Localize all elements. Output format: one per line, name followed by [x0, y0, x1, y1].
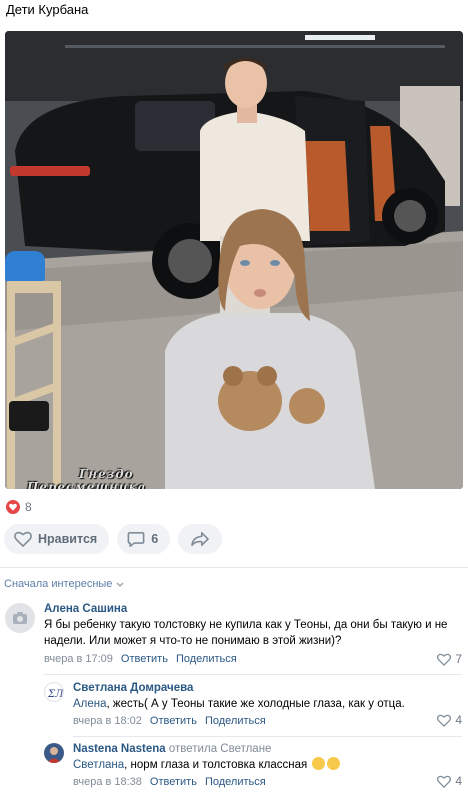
comment-item: Алена Сашина Я бы ребенку такую толстовк… [0, 600, 468, 670]
comments-button[interactable]: 6 [117, 524, 171, 554]
replied-to-label[interactable]: ответила Светлане [169, 743, 272, 755]
grinning-sweat-emoji-icon [312, 757, 326, 770]
comment-author[interactable]: Алена Сашина [44, 603, 127, 615]
monogram-avatar-icon: ΣЛ [47, 689, 64, 700]
comment-author[interactable]: Светлана Домрачева [73, 682, 193, 694]
heart-outline-icon [437, 714, 452, 727]
post-actions: Нравится 6 [4, 524, 223, 554]
like-button-label: Нравится [38, 532, 98, 546]
comment-like-count: 4 [455, 774, 462, 788]
comments-count: 6 [151, 532, 159, 546]
comment-like-button[interactable]: 7 [437, 652, 462, 666]
comment-item: Nastena Nastena ответила Светлане Светла… [0, 741, 468, 793]
chevron-down-icon [116, 582, 124, 587]
photo-illustration [5, 31, 463, 489]
comment-text: Я бы ребенку такую толстовку не купила к… [44, 619, 448, 647]
user-photo-icon [47, 747, 61, 763]
post-title[interactable]: Дети Курбана [6, 2, 88, 17]
share-button[interactable] [178, 524, 223, 554]
comment-meta: вчера в 17:09 Ответить Поделиться [44, 653, 237, 665]
share-link[interactable]: Поделиться [205, 776, 266, 788]
heart-outline-icon [437, 653, 452, 666]
comment-time[interactable]: вчера в 17:09 [44, 653, 113, 665]
slightly-smiling-emoji-icon [327, 757, 341, 770]
heart-outline-icon [437, 775, 452, 788]
comment-item: ΣЛ Светлана Домрачева Алена, жесть( А у … [0, 680, 468, 732]
avatar[interactable] [5, 603, 35, 633]
comment-divider [73, 736, 462, 737]
reply-to-name[interactable]: Светлана [73, 759, 124, 771]
photo-watermark: Гнездо Пересмешника [27, 468, 147, 490]
comment-body: , жесть( А у Теоны такие же холодные гла… [106, 698, 405, 710]
post-photo[interactable]: Гнездо Пересмешника [5, 31, 463, 489]
comments-sort-label: Сначала интересные [4, 578, 113, 590]
comment-meta: вчера в 18:02 Ответить Поделиться [73, 715, 266, 727]
share-link[interactable]: Поделиться [205, 715, 266, 727]
reply-link[interactable]: Ответить [121, 653, 168, 665]
comments-sort-dropdown[interactable]: Сначала интересные [4, 578, 124, 590]
avatar[interactable] [44, 743, 64, 763]
camera-icon [13, 612, 27, 624]
watermark-line-2: Пересмешника [27, 480, 147, 490]
post-divider [0, 567, 468, 568]
comment-header: Nastena Nastena ответила Светлане [73, 743, 271, 755]
reply-to-name[interactable]: Алена [73, 698, 107, 710]
reply-link[interactable]: Ответить [150, 715, 197, 727]
comment-text: Светлана, норм глаза и толстовка классна… [73, 757, 453, 773]
comment-divider [44, 674, 462, 675]
svg-text:ΣЛ: ΣЛ [47, 689, 64, 700]
reply-link[interactable]: Ответить [150, 776, 197, 788]
comment-author[interactable]: Nastena Nastena [73, 743, 166, 755]
likes-summary[interactable]: 8 [6, 500, 32, 514]
heart-outline-icon [14, 531, 32, 547]
avatar[interactable]: ΣЛ [44, 682, 64, 702]
share-link[interactable]: Поделиться [176, 653, 237, 665]
comment-like-button[interactable]: 4 [437, 774, 462, 788]
comment-text: Алена, жесть( А у Теоны такие же холодны… [73, 696, 453, 712]
comment-meta: вчера в 18:38 Ответить Поделиться [73, 776, 266, 788]
comment-time[interactable]: вчера в 18:02 [73, 715, 142, 727]
comment-time[interactable]: вчера в 18:38 [73, 776, 142, 788]
likes-summary-count: 8 [25, 500, 32, 514]
comment-like-button[interactable]: 4 [437, 713, 462, 727]
comment-like-count: 7 [455, 652, 462, 666]
heart-badge-icon [6, 500, 20, 514]
share-arrow-icon [191, 531, 209, 547]
comment-body: , норм глаза и толстовка классная [124, 759, 308, 771]
comment-like-count: 4 [455, 713, 462, 727]
like-button[interactable]: Нравится [4, 524, 110, 554]
comment-icon [127, 531, 145, 547]
